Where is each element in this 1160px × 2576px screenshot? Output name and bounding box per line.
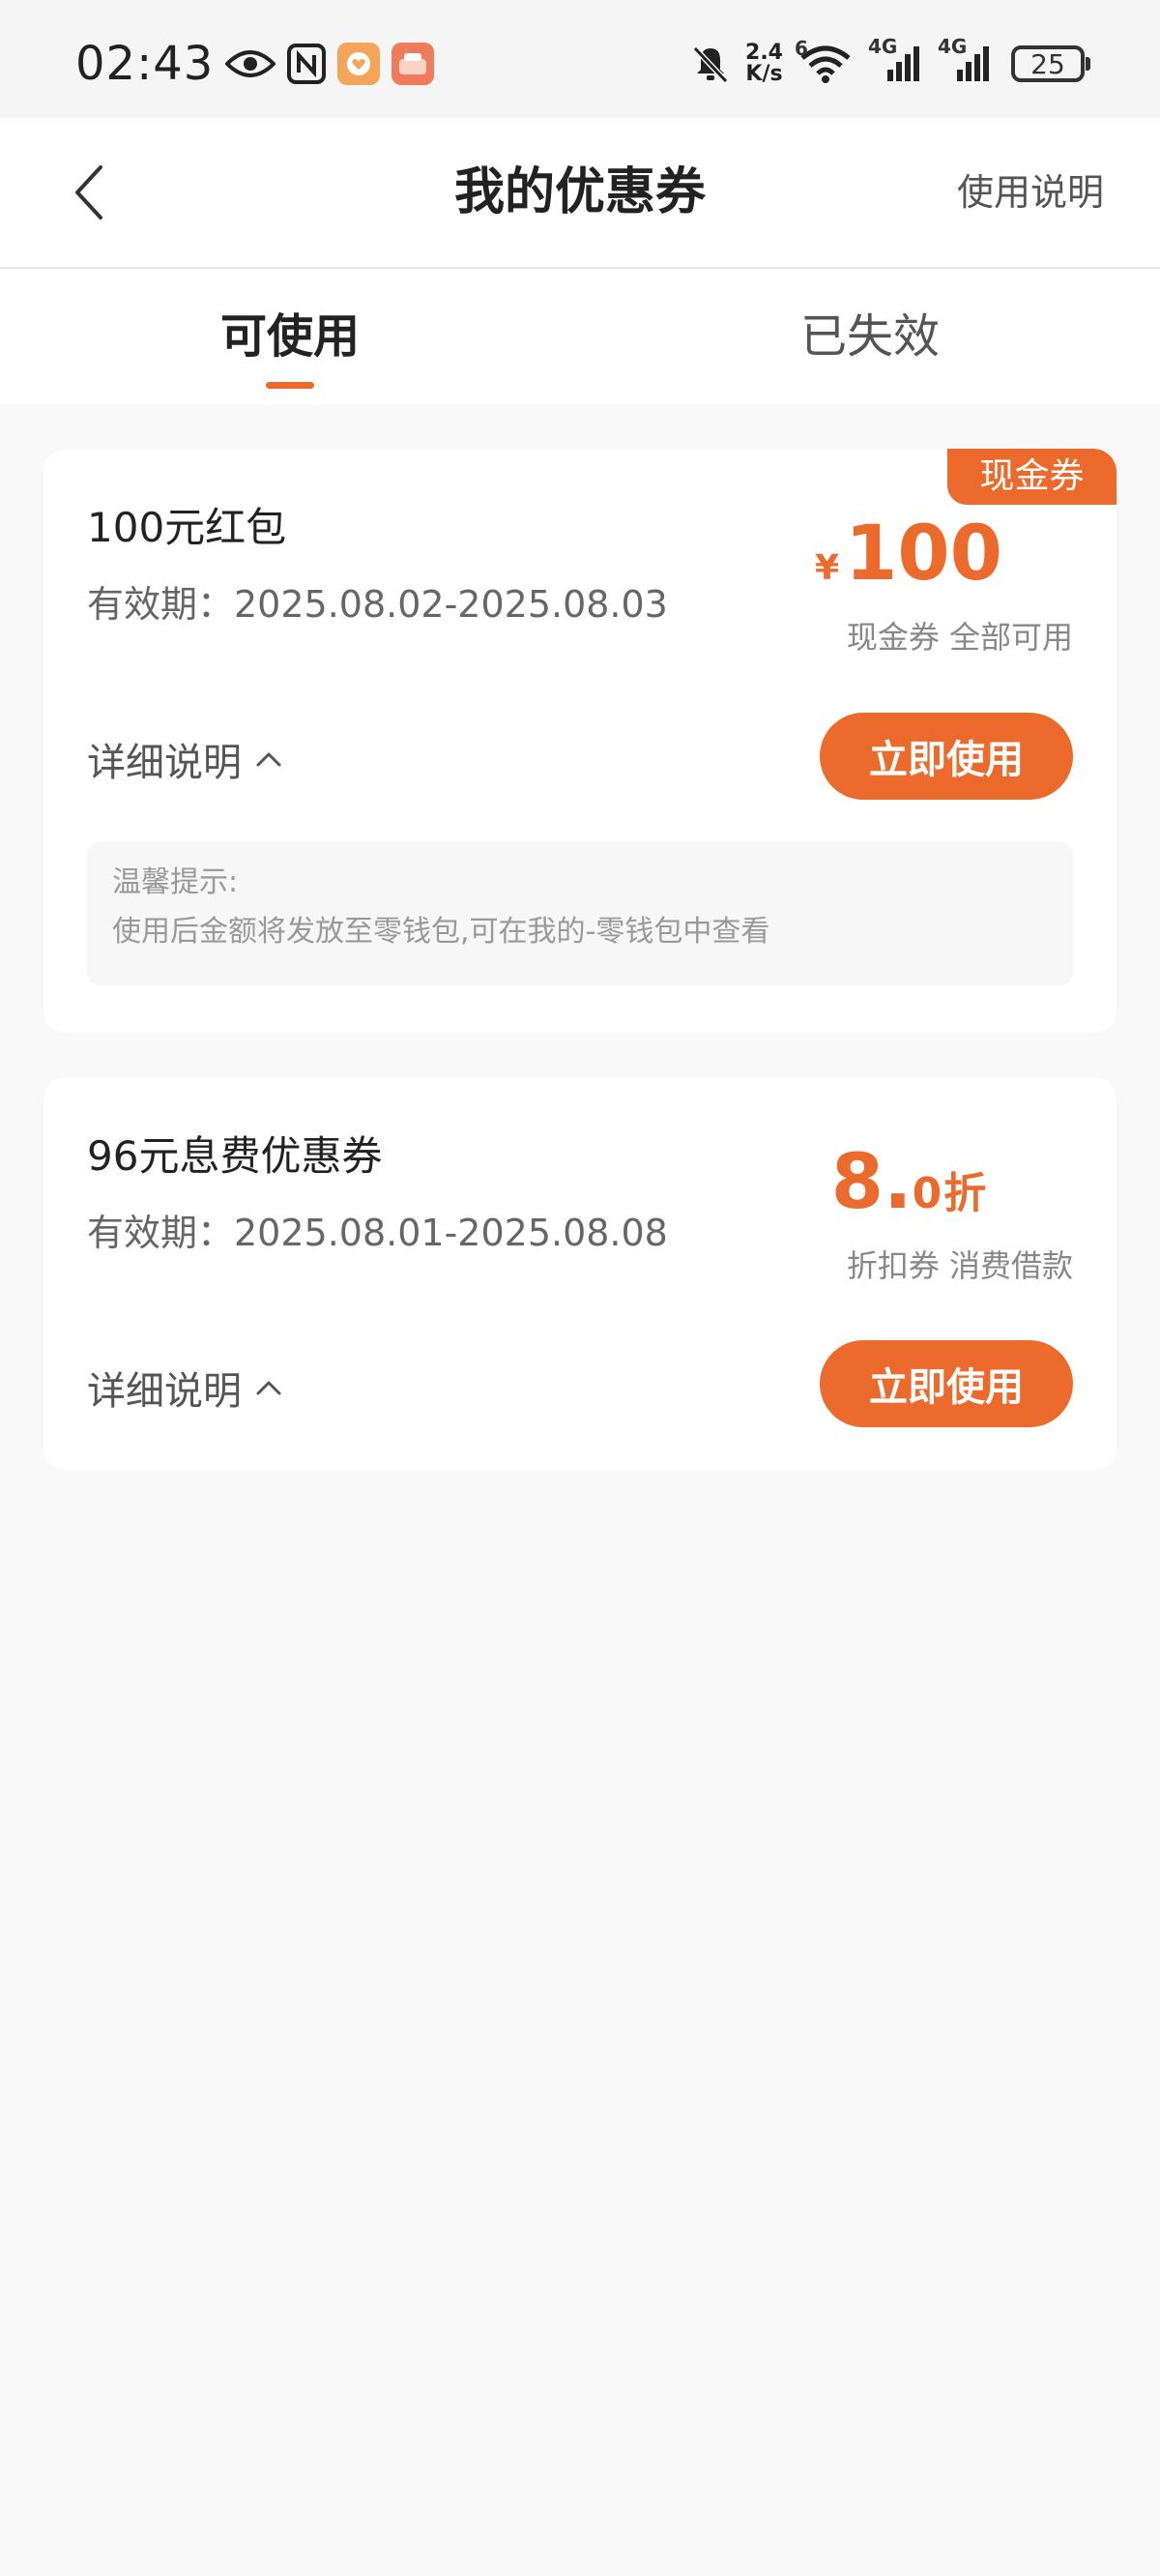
net-speed: 2.4 K/s bbox=[745, 43, 783, 85]
tab-available[interactable]: 可使用 bbox=[0, 269, 580, 404]
mute-bell-icon bbox=[689, 43, 732, 85]
net-speed-unit: K/s bbox=[745, 62, 783, 86]
detail-toggle[interactable]: 详细说明 bbox=[87, 1360, 282, 1416]
currency-symbol: ¥ bbox=[815, 548, 840, 588]
coupon-value: ¥ 100 现金券 全部可用 bbox=[686, 516, 1073, 658]
coupon-card: 96元息费优惠券 有效期：2025.08.01-2025.08.08 8. 0 … bbox=[44, 1077, 1116, 1470]
coupon-discount: 8. 0 折 bbox=[744, 1145, 1073, 1220]
coupon-list: 现金券 100元红包 有效期：2025.08.02-2025.08.03 ¥ 1… bbox=[0, 404, 1160, 1470]
coupon-validity: 有效期：2025.08.01-2025.08.08 bbox=[87, 1212, 668, 1254]
coupon-title: 100元红包 bbox=[87, 504, 287, 551]
usage-instructions-link[interactable]: 使用说明 bbox=[957, 118, 1104, 267]
coupon-scope: 现金券 全部可用 bbox=[846, 619, 1073, 656]
coupon-validity: 有效期：2025.08.02-2025.08.03 bbox=[87, 583, 668, 626]
status-left: 02:43 bbox=[75, 37, 435, 91]
wifi-label: 6 bbox=[795, 37, 808, 60]
wifi-icon: 6 bbox=[795, 37, 855, 83]
signal-icon-2: 4G bbox=[938, 35, 994, 83]
use-now-button[interactable]: 立即使用 bbox=[820, 713, 1073, 800]
tab-bar: 可使用 已失效 bbox=[0, 269, 1160, 404]
nav-bar: 我的优惠券 使用说明 bbox=[0, 118, 1160, 269]
tip-box: 温馨提示: 使用后金额将发放至零钱包,可在我的-零钱包中查看 bbox=[87, 841, 1073, 986]
detail-label: 详细说明 bbox=[87, 1369, 242, 1414]
signal-icon: 4G bbox=[868, 35, 924, 83]
detail-toggle[interactable]: 详细说明 bbox=[87, 731, 282, 787]
signal1-label: 4G bbox=[868, 35, 898, 58]
heart-app-icon bbox=[337, 43, 381, 85]
chevron-up-icon bbox=[255, 1379, 282, 1396]
coupon-amount: ¥ 100 bbox=[744, 516, 1073, 592]
amount-value: 100 bbox=[845, 511, 1002, 598]
battery-level: 25 bbox=[1030, 47, 1065, 80]
discount-decimal: 0 bbox=[912, 1169, 942, 1218]
status-bar: 02:43 2.4 K/s 6 4G 4G 25 bbox=[0, 0, 1160, 118]
signal2-label: 4G bbox=[938, 35, 968, 58]
tab-indicator bbox=[266, 382, 314, 389]
tab-expired[interactable]: 已失效 bbox=[580, 269, 1160, 404]
detail-label: 详细说明 bbox=[87, 741, 242, 785]
status-time: 02:43 bbox=[75, 37, 215, 91]
coupon-title: 96元息费优惠券 bbox=[87, 1132, 383, 1180]
net-speed-value: 2.4 bbox=[745, 41, 783, 65]
nfc-icon bbox=[287, 44, 327, 84]
use-now-button[interactable]: 立即使用 bbox=[820, 1340, 1073, 1427]
coupon-type-badge: 现金券 bbox=[947, 449, 1116, 505]
discount-unit: 折 bbox=[943, 1169, 987, 1218]
chevron-up-icon bbox=[255, 750, 282, 768]
discount-integer: 8. bbox=[830, 1139, 913, 1226]
coupon-scope: 折扣券 消费借款 bbox=[846, 1247, 1073, 1284]
tip-text: 使用后金额将发放至零钱包,可在我的-零钱包中查看 bbox=[112, 915, 770, 949]
shop-app-icon bbox=[392, 43, 435, 85]
tab-label: 已失效 bbox=[799, 309, 940, 364]
battery-icon: 25 bbox=[1011, 45, 1090, 82]
tip-title: 温馨提示: bbox=[112, 865, 239, 899]
tab-label: 可使用 bbox=[219, 309, 360, 364]
coupon-card: 现金券 100元红包 有效期：2025.08.02-2025.08.03 ¥ 1… bbox=[44, 449, 1116, 1033]
status-right: 2.4 K/s 6 4G 4G 25 bbox=[689, 35, 1090, 85]
eye-icon bbox=[225, 48, 276, 79]
coupon-value: 8. 0 折 折扣券 消费借款 bbox=[686, 1145, 1073, 1286]
